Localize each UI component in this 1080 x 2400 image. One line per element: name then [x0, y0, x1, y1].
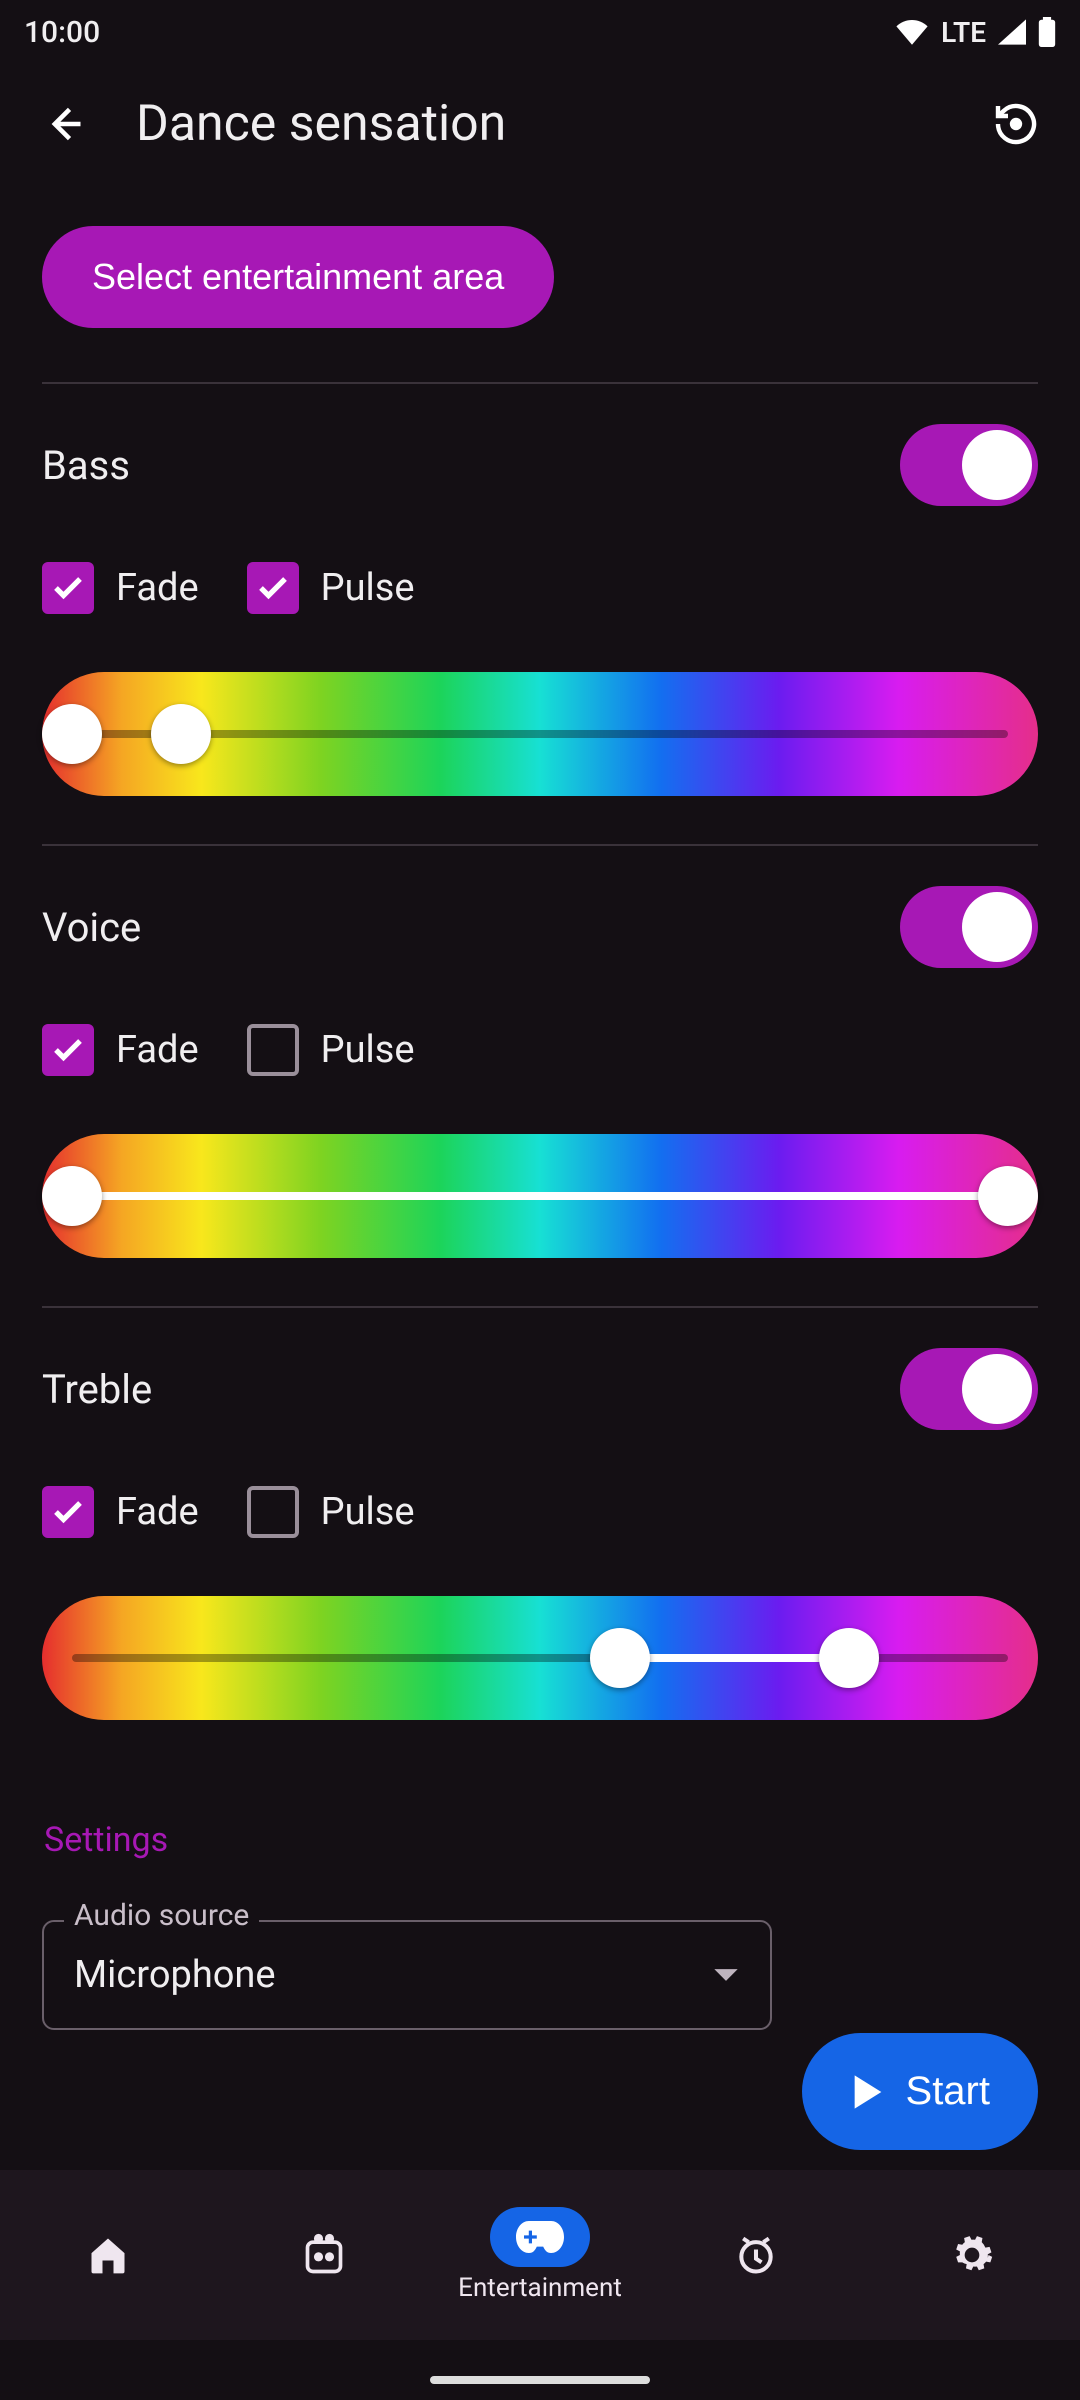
checkmark-icon — [42, 1024, 94, 1076]
treble-fade-checkbox[interactable]: Fade — [42, 1486, 199, 1538]
bass-pulse-label: Pulse — [321, 566, 415, 610]
wifi-icon — [895, 19, 929, 45]
audio-source-label: Audio source — [64, 1898, 259, 1933]
app-bar: Dance sensation — [0, 64, 1080, 184]
status-bar: 10:00 LTE — [0, 0, 1080, 64]
bass-range-high-thumb[interactable] — [151, 704, 211, 764]
bass-section: Bass Fade Pulse — [42, 384, 1038, 796]
page-title: Dance sensation — [136, 95, 506, 153]
voice-range-high-thumb[interactable] — [978, 1166, 1038, 1226]
restore-icon[interactable] — [980, 88, 1052, 160]
bass-range-low-thumb[interactable] — [42, 704, 102, 764]
home-icon — [58, 2225, 158, 2285]
voice-pulse-label: Pulse — [321, 1028, 415, 1072]
status-time: 10:00 — [24, 15, 100, 50]
nav-automation[interactable] — [648, 2225, 864, 2285]
treble-section: Treble Fade Pulse — [42, 1308, 1038, 1720]
treble-fade-label: Fade — [116, 1490, 199, 1534]
chevron-down-icon — [712, 1966, 740, 1984]
checkbox-empty-icon — [247, 1486, 299, 1538]
gear-icon — [922, 2225, 1022, 2285]
gamepad-icon — [490, 2207, 590, 2267]
bass-spectrum-slider[interactable] — [42, 672, 1038, 796]
nav-entertainment[interactable]: Entertainment — [432, 2207, 648, 2303]
bass-fade-checkbox[interactable]: Fade — [42, 562, 199, 614]
checkmark-icon — [247, 562, 299, 614]
bass-pulse-checkbox[interactable]: Pulse — [247, 562, 415, 614]
start-label: Start — [906, 2069, 990, 2114]
play-icon — [850, 2072, 886, 2112]
treble-label: Treble — [42, 1366, 900, 1413]
audio-source-dropdown[interactable]: Microphone — [42, 1920, 772, 2030]
nav-home[interactable] — [0, 2225, 216, 2285]
bass-toggle[interactable] — [900, 424, 1038, 506]
bottom-nav: Entertainment — [0, 2170, 1080, 2340]
voice-pulse-checkbox[interactable]: Pulse — [247, 1024, 415, 1076]
status-network: LTE — [941, 16, 986, 49]
select-entertainment-area-button[interactable]: Select entertainment area — [42, 226, 554, 328]
nav-settings[interactable] — [864, 2225, 1080, 2285]
voice-toggle[interactable] — [900, 886, 1038, 968]
audio-source-value: Microphone — [74, 1953, 276, 1997]
voice-range-low-thumb[interactable] — [42, 1166, 102, 1226]
voice-fade-label: Fade — [116, 1028, 199, 1072]
treble-toggle[interactable] — [900, 1348, 1038, 1430]
gesture-bar — [430, 2376, 650, 2384]
start-button[interactable]: Start — [802, 2033, 1038, 2150]
nav-presets[interactable] — [216, 2225, 432, 2285]
treble-pulse-label: Pulse — [321, 1490, 415, 1534]
voice-fade-checkbox[interactable]: Fade — [42, 1024, 199, 1076]
treble-range-low-thumb[interactable] — [590, 1628, 650, 1688]
bass-fade-label: Fade — [116, 566, 199, 610]
treble-range-high-thumb[interactable] — [819, 1628, 879, 1688]
settings-heading: Settings — [42, 1820, 1038, 1860]
checkmark-icon — [42, 562, 94, 614]
voice-label: Voice — [42, 904, 900, 951]
nav-entertainment-label: Entertainment — [458, 2273, 622, 2303]
clock-icon — [706, 2225, 806, 2285]
battery-icon — [1038, 17, 1056, 47]
voice-section: Voice Fade Pulse — [42, 846, 1038, 1258]
checkmark-icon — [42, 1486, 94, 1538]
presets-icon — [274, 2225, 374, 2285]
voice-spectrum-slider[interactable] — [42, 1134, 1038, 1258]
back-button[interactable] — [28, 88, 100, 160]
treble-spectrum-slider[interactable] — [42, 1596, 1038, 1720]
bass-label: Bass — [42, 442, 900, 489]
checkbox-empty-icon — [247, 1024, 299, 1076]
treble-pulse-checkbox[interactable]: Pulse — [247, 1486, 415, 1538]
signal-icon — [998, 19, 1026, 45]
